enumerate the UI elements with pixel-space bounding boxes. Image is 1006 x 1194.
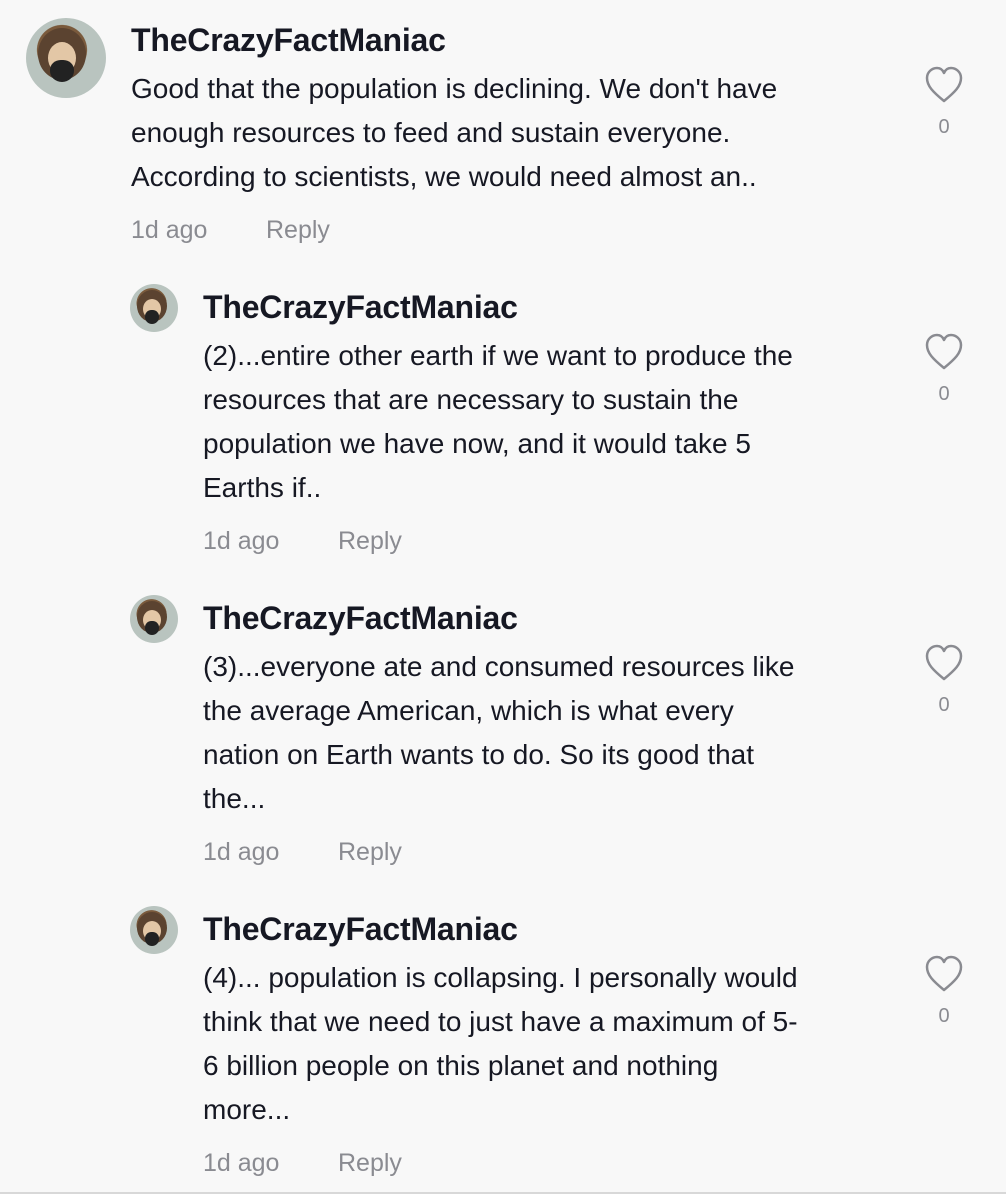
avatar[interactable] (130, 595, 178, 643)
like-button[interactable]: 0 (924, 333, 964, 413)
reply-item: TheCrazyFactManiac (2)...entire other ea… (0, 270, 1006, 581)
reply-button[interactable]: Reply (338, 1149, 402, 1178)
reply-button[interactable]: Reply (338, 527, 402, 556)
comment-text: Good that the population is declining. W… (131, 73, 778, 192)
comment-timestamp: 1d ago (203, 527, 280, 555)
comment-username[interactable]: TheCrazyFactManiac (203, 911, 518, 948)
reply-item: TheCrazyFactManiac (4)... population is … (0, 892, 1006, 1192)
like-count: 0 (938, 383, 950, 405)
like-button[interactable]: 0 (924, 66, 964, 146)
heart-icon (925, 333, 963, 370)
comment-text: (2)...entire other earth if we want to p… (203, 340, 793, 503)
reply-button[interactable]: Reply (266, 216, 330, 245)
comment-text: (4)... population is collapsing. I perso… (203, 962, 798, 1125)
comment-meta: 1d ago Reply (203, 838, 402, 867)
avatar[interactable] (26, 18, 106, 98)
like-button[interactable]: 0 (924, 644, 964, 724)
avatar[interactable] (130, 284, 178, 332)
comment-meta: 1d ago Reply (131, 216, 330, 245)
comment-username[interactable]: TheCrazyFactManiac (131, 22, 446, 59)
comment-timestamp: 1d ago (203, 1149, 280, 1177)
comment-username[interactable]: TheCrazyFactManiac (203, 600, 518, 637)
comment-timestamp: 1d ago (131, 216, 208, 244)
heart-icon (925, 644, 963, 681)
reply-button[interactable]: Reply (338, 838, 402, 867)
comment-meta: 1d ago Reply (203, 527, 402, 556)
reply-item: TheCrazyFactManiac (3)...everyone ate an… (0, 581, 1006, 892)
comment-timestamp: 1d ago (203, 838, 280, 866)
comment-text: (3)...everyone ate and consumed resource… (203, 651, 795, 814)
comment-item: TheCrazyFactManiac Good that the populat… (0, 0, 1006, 270)
like-button[interactable]: 0 (924, 955, 964, 1035)
avatar[interactable] (130, 906, 178, 954)
heart-icon (925, 66, 963, 103)
comment-meta: 1d ago Reply (203, 1149, 402, 1178)
like-count: 0 (938, 694, 950, 716)
like-count: 0 (938, 116, 950, 138)
comment-username[interactable]: TheCrazyFactManiac (203, 289, 518, 326)
like-count: 0 (938, 1005, 950, 1027)
heart-icon (925, 955, 963, 992)
